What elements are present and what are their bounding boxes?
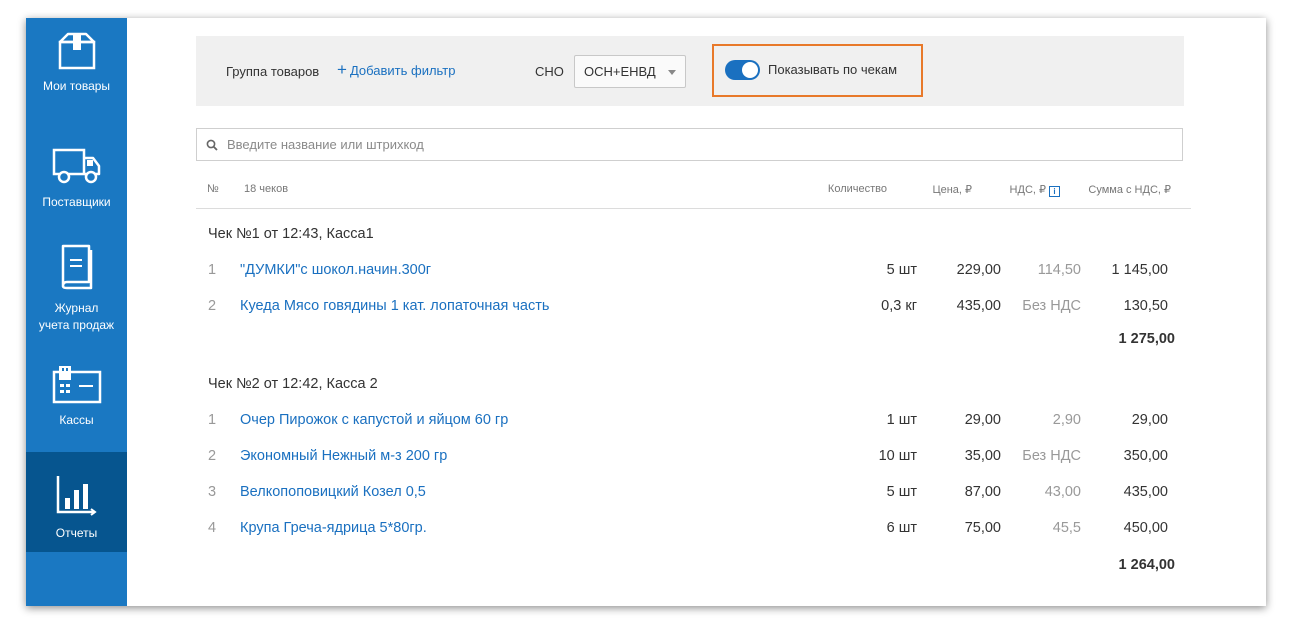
row-qty: 5 шт xyxy=(886,484,917,500)
row-vat: 114,50 xyxy=(1037,262,1081,278)
search-box xyxy=(196,128,1183,161)
col-checks-count: 18 чеков xyxy=(244,183,289,195)
row-vat: 2,90 xyxy=(1052,412,1081,428)
row-sum: 350,00 xyxy=(1123,448,1168,464)
show-by-receipts-highlight: Показывать по чекам xyxy=(712,44,923,97)
search-input[interactable] xyxy=(227,129,1167,160)
row-vat: 45,5 xyxy=(1052,520,1081,536)
truck-icon xyxy=(52,148,100,184)
row-price: 75,00 xyxy=(964,520,1001,536)
app-window: Мои товары Поставщики Журнал учета прода… xyxy=(26,18,1266,606)
bar-chart-icon xyxy=(56,476,97,516)
col-quantity: Количество xyxy=(827,183,887,195)
plus-icon: + xyxy=(337,60,347,79)
row-price: 29,00 xyxy=(964,412,1001,428)
col-vat: НДС, ₽ i xyxy=(1010,183,1060,197)
table-row: 2 Экономный Нежный м-з 200 гр 10 шт 35,0… xyxy=(196,448,1191,476)
row-sum: 435,00 xyxy=(1123,484,1168,500)
product-link[interactable]: Экономный Нежный м-з 200 гр xyxy=(240,448,447,464)
sidebar-item-suppliers[interactable]: Поставщики xyxy=(26,146,127,226)
row-vat: 43,00 xyxy=(1044,484,1081,500)
check-title: Чек №1 от 12:43, Касса1 xyxy=(208,226,374,242)
row-price: 35,00 xyxy=(964,448,1001,464)
sidebar: Мои товары Поставщики Журнал учета прода… xyxy=(26,18,127,606)
row-qty: 1 шт xyxy=(886,412,917,428)
sidebar-item-label: Журнал учета продаж xyxy=(38,301,115,332)
table-row: 3 Велкопоповицкий Козел 0,5 5 шт 87,00 4… xyxy=(196,484,1191,512)
sidebar-item-label: Отчеты xyxy=(55,526,98,540)
col-vat-label: НДС, ₽ xyxy=(1009,184,1046,196)
sidebar-item-label: Мои товары xyxy=(42,79,111,93)
add-filter-link[interactable]: + Добавить фильтр xyxy=(337,60,456,79)
sidebar-item-my-products[interactable]: Мои товары xyxy=(26,32,127,122)
col-sum: Сумма с НДС, ₽ xyxy=(1088,184,1171,196)
filter-bar: Группа товаров + Добавить фильтр СНО ОСН… xyxy=(196,36,1184,106)
col-price: Цена, ₽ xyxy=(932,184,972,196)
check-total: 1 275,00 xyxy=(1118,331,1175,347)
book-icon xyxy=(61,244,92,290)
register-icon xyxy=(52,366,101,404)
row-qty: 10 шт xyxy=(878,448,917,464)
row-num: 2 xyxy=(208,448,217,464)
product-link[interactable]: Крупа Греча-ядрица 5*80гр. xyxy=(240,520,427,536)
toggle-knob xyxy=(742,62,758,78)
table-header: № 18 чеков Количество Цена, ₽ НДС, ₽ i Су… xyxy=(196,178,1191,209)
table-row: 2 Куеда Мясо говядины 1 кат. лопаточная … xyxy=(196,298,1191,326)
tax-system-label: СНО xyxy=(535,64,564,79)
product-group-label: Группа товаров xyxy=(226,64,320,79)
row-sum: 130,50 xyxy=(1123,298,1168,314)
product-link[interactable]: "ДУМКИ"с шокол.начин.300г xyxy=(240,262,431,278)
row-num: 3 xyxy=(208,484,217,500)
sidebar-item-label: Кассы xyxy=(59,413,94,427)
row-qty: 0,3 кг xyxy=(881,298,917,314)
row-sum: 450,00 xyxy=(1123,520,1168,536)
product-link[interactable]: Очер Пирожок с капустой и яйцом 60 гр xyxy=(240,412,508,428)
row-num: 1 xyxy=(208,262,217,278)
row-sum: 1 145,00 xyxy=(1111,262,1168,278)
sidebar-item-sales-journal[interactable]: Журнал учета продаж xyxy=(26,242,127,332)
check-total: 1 264,00 xyxy=(1118,557,1175,573)
chevron-down-icon xyxy=(668,70,676,75)
row-price: 435,00 xyxy=(956,298,1001,314)
row-num: 1 xyxy=(208,412,217,428)
sidebar-item-cash-registers[interactable]: Кассы xyxy=(26,364,127,434)
info-icon[interactable]: i xyxy=(1049,186,1060,197)
row-vat: Без НДС xyxy=(1022,448,1081,464)
row-sum: 29,00 xyxy=(1131,412,1168,428)
table-row: 4 Крупа Греча-ядрица 5*80гр. 6 шт 75,00 … xyxy=(196,520,1191,548)
sidebar-item-reports[interactable]: Отчеты xyxy=(26,452,127,552)
row-price: 87,00 xyxy=(964,484,1001,500)
check-title: Чек №2 от 12:42, Касса 2 xyxy=(208,376,378,392)
main-content: Группа товаров + Добавить фильтр СНО ОСН… xyxy=(127,18,1266,606)
product-link[interactable]: Велкопоповицкий Козел 0,5 xyxy=(240,484,426,500)
row-price: 229,00 xyxy=(956,262,1001,278)
tax-system-value: ОСН+ЕНВД xyxy=(584,64,656,79)
row-vat: Без НДС xyxy=(1022,298,1081,314)
show-by-receipts-label: Показывать по чекам xyxy=(768,62,898,77)
add-filter-label: Добавить фильтр xyxy=(349,62,456,78)
box-icon xyxy=(58,32,95,70)
product-link[interactable]: Куеда Мясо говядины 1 кат. лопаточная ча… xyxy=(240,298,549,314)
row-qty: 6 шт xyxy=(886,520,917,536)
row-qty: 5 шт xyxy=(886,262,917,278)
row-num: 4 xyxy=(208,520,217,536)
col-num: № xyxy=(207,183,219,195)
search-icon xyxy=(206,139,218,151)
table-row: 1 Очер Пирожок с капустой и яйцом 60 гр … xyxy=(196,412,1191,440)
row-num: 2 xyxy=(208,298,217,314)
sidebar-item-label: Поставщики xyxy=(42,195,111,209)
show-by-receipts-toggle[interactable] xyxy=(725,60,760,80)
table-row: 1 "ДУМКИ"с шокол.начин.300г 5 шт 229,00 … xyxy=(196,262,1191,290)
tax-system-select[interactable]: ОСН+ЕНВД xyxy=(574,55,686,88)
